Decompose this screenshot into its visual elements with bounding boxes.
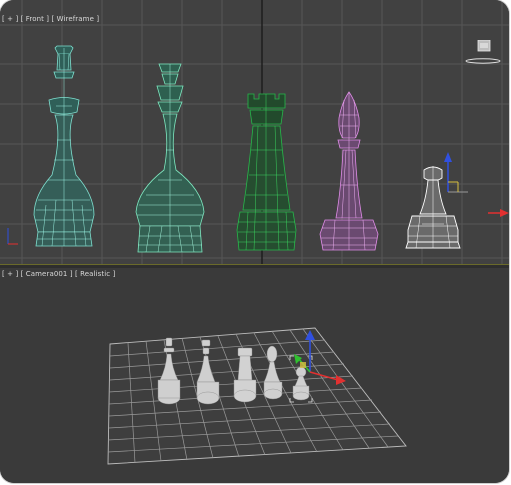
queen-wireframe[interactable]: [135, 63, 205, 253]
viewport-area: [ + ] [ Front ] [ Wireframe ] [+] [Ca…: [0, 0, 509, 483]
pawn-wireframe[interactable]: [405, 166, 461, 249]
bishop-wireframe[interactable]: [319, 91, 379, 251]
viewcube-icon[interactable]: [475, 40, 493, 56]
front-viewport[interactable]: [ + ] [ Front ] [ Wireframe ]: [0, 0, 509, 264]
camera-viewport[interactable]: [ + ] [ Camera001 ] [ Realistic ]: [0, 268, 509, 483]
front-viewport-label[interactable]: [ + ] [ Front ] [ Wireframe ]: [2, 15, 99, 23]
rook-wireframe[interactable]: [236, 93, 297, 251]
world-axis-icon: [7, 228, 18, 245]
camera-viewport-canvas[interactable]: [0, 268, 509, 483]
king-wireframe[interactable]: [33, 45, 95, 247]
viewcube-ring: [465, 58, 501, 64]
front-viewport-canvas[interactable]: [0, 0, 509, 264]
camera-grid: [107, 327, 407, 465]
camera-viewport-label[interactable]: [ + ] [ Camera001 ] [ Realistic ]: [2, 270, 115, 278]
